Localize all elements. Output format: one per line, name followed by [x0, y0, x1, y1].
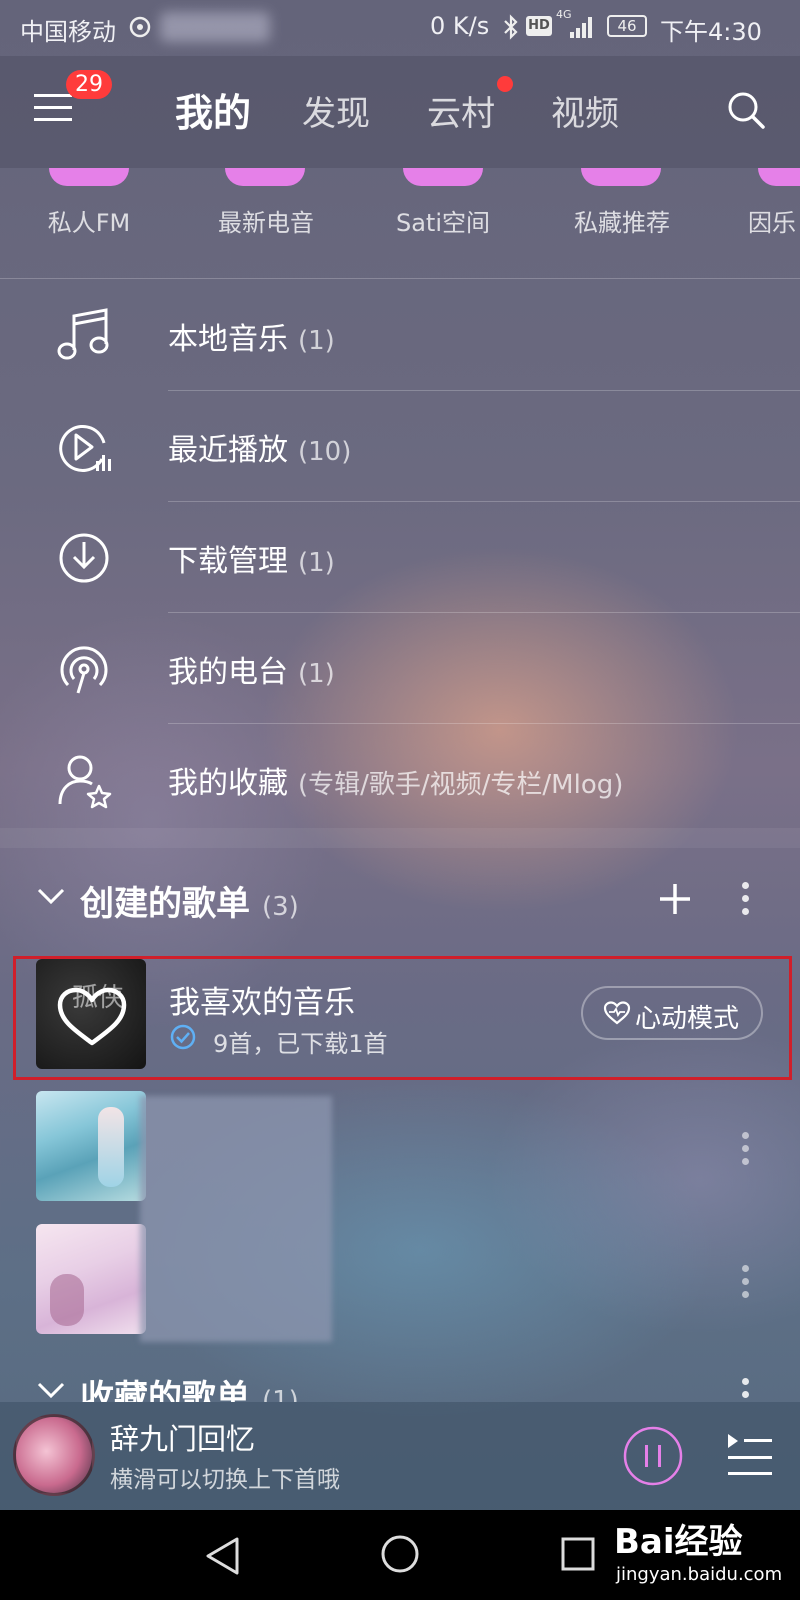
watermark-brand: Bai经验	[614, 1522, 743, 1562]
more-options-icon[interactable]	[742, 1132, 750, 1171]
notification-badge: 29	[66, 70, 112, 99]
shortcut-icon[interactable]	[49, 168, 129, 186]
menu-count: (10)	[298, 437, 352, 467]
playlist-cover[interactable]	[36, 1091, 146, 1201]
shortcut-private-recommend[interactable]: 私藏推荐	[537, 203, 707, 238]
menu-count: (1)	[298, 326, 335, 356]
search-icon[interactable]	[726, 90, 766, 134]
home-icon[interactable]	[380, 1534, 420, 1578]
blurred-status-area	[160, 12, 270, 42]
signal-icon	[566, 14, 598, 44]
heart-icon	[56, 987, 128, 1051]
tab-cloud-village[interactable]: 云村	[427, 86, 495, 135]
watermark-url: jingyan.baidu.com	[616, 1564, 783, 1585]
more-options-icon[interactable]	[742, 882, 750, 921]
collected-playlists-header[interactable]: 收藏的歌单 (1)	[0, 1370, 800, 1402]
menu-title: 最近播放	[168, 433, 288, 468]
downloaded-check-icon	[169, 1023, 197, 1055]
playlist-subtitle: 9首，已下载1首	[213, 1030, 388, 1058]
now-playing-hint: 横滑可以切换上下首哦	[110, 1467, 340, 1493]
radio-icon	[52, 637, 116, 701]
more-options-icon[interactable]	[742, 1265, 750, 1304]
section-title: 创建的歌单 (3)	[80, 876, 299, 925]
menu-count: (1)	[298, 659, 335, 689]
menu-label: 下载管理 (1)	[168, 536, 335, 580]
playlist-title: 我喜欢的音乐	[169, 985, 355, 1021]
menu-title: 我的收藏	[168, 766, 288, 801]
hamburger-menu-icon[interactable]	[34, 92, 74, 128]
download-icon	[52, 526, 116, 590]
menu-label: 最近播放 (10)	[168, 425, 351, 469]
playlist-queue-icon[interactable]	[726, 1432, 774, 1482]
menu-item-my-radio[interactable]: 我的电台 (1)	[0, 613, 800, 723]
section-count: (3)	[262, 892, 299, 922]
menu-item-my-collection[interactable]: 我的收藏 (专辑/歌手/视频/专栏/Mlog)	[0, 724, 800, 834]
playlist-cover: 孤侠	[36, 959, 146, 1069]
shortcut-new-electronic[interactable]: 最新电音	[181, 203, 351, 238]
section-title: 收藏的歌单 (1)	[80, 1370, 299, 1402]
menu-item-recent-play[interactable]: 最近播放 (10)	[0, 391, 800, 501]
section-spacer	[0, 828, 800, 848]
menu-title: 我的电台	[168, 655, 288, 690]
clock-label: 下午4:30	[660, 18, 762, 46]
hd-icon: HD	[526, 16, 552, 36]
section-title-text: 收藏的歌单	[80, 1378, 250, 1402]
add-playlist-icon[interactable]	[658, 882, 692, 920]
shortcut-icon[interactable]	[581, 168, 661, 186]
playlist-cover[interactable]	[36, 1224, 146, 1334]
heart-pulse-icon	[603, 1001, 631, 1032]
album-art[interactable]	[13, 1414, 95, 1496]
heart-mode-button[interactable]: 心动模式	[581, 986, 763, 1040]
bluetooth-icon	[502, 13, 520, 45]
more-options-icon[interactable]	[742, 1378, 750, 1402]
system-navigation-bar: Bai经验 jingyan.baidu.com	[0, 1510, 800, 1600]
section-title-text: 创建的歌单	[80, 884, 250, 924]
chevron-down-icon[interactable]	[36, 1380, 66, 1402]
mini-player[interactable]: 辞九门回忆 横滑可以切换上下首哦	[0, 1402, 800, 1510]
back-icon[interactable]	[204, 1536, 242, 1580]
tab-video[interactable]: 视频	[551, 86, 619, 135]
favorite-user-star-icon	[52, 748, 116, 812]
shortcut-icon[interactable]	[403, 168, 483, 186]
heart-mode-label: 心动模式	[635, 1004, 740, 1034]
recent-play-icon	[52, 415, 116, 479]
tab-discover[interactable]: 发现	[302, 86, 370, 135]
shortcut-private-fm[interactable]: 私人FM	[4, 203, 174, 238]
tab-mine[interactable]: 我的	[175, 82, 251, 137]
music-note-icon	[52, 304, 116, 368]
menu-title: 本地音乐	[168, 322, 288, 357]
shortcut-yinle[interactable]: 因乐	[748, 203, 796, 238]
shortcut-icon[interactable]	[225, 168, 305, 186]
menu-label: 我的收藏 (专辑/歌手/视频/专栏/Mlog)	[168, 758, 623, 802]
menu-count: (专辑/歌手/视频/专栏/Mlog)	[298, 770, 624, 800]
section-count: (1)	[262, 1386, 299, 1402]
menu-item-download[interactable]: 下载管理 (1)	[0, 502, 800, 612]
net-speed-label: 0 K/s	[430, 12, 490, 40]
menu-count: (1)	[298, 548, 335, 578]
blurred-privacy-area	[140, 1096, 332, 1342]
status-bar: 中国移动 0 K/s HD 4G 46 下午4:30	[0, 0, 800, 56]
cover-figure	[98, 1107, 124, 1187]
chevron-down-icon[interactable]	[36, 886, 66, 910]
now-playing-title: 辞九门回忆	[110, 1422, 256, 1456]
divider	[0, 278, 800, 279]
pause-icon[interactable]	[622, 1425, 684, 1491]
top-navigation: 29 我的 发现 云村 视频	[0, 56, 800, 168]
created-playlists-header[interactable]: 创建的歌单 (3)	[0, 860, 800, 940]
menu-label: 我的电台 (1)	[168, 647, 335, 691]
recents-icon[interactable]	[560, 1536, 596, 1576]
new-content-dot	[497, 76, 513, 92]
menu-title: 下载管理	[168, 544, 288, 579]
shortcut-sati-space[interactable]: Sati空间	[358, 203, 528, 238]
sync-icon	[128, 14, 152, 44]
cover-figure	[50, 1274, 84, 1326]
menu-item-local-music[interactable]: 本地音乐 (1)	[0, 280, 800, 390]
menu-label: 本地音乐 (1)	[168, 314, 335, 358]
carrier-label: 中国移动	[20, 18, 116, 46]
battery-icon: 46	[607, 15, 647, 37]
